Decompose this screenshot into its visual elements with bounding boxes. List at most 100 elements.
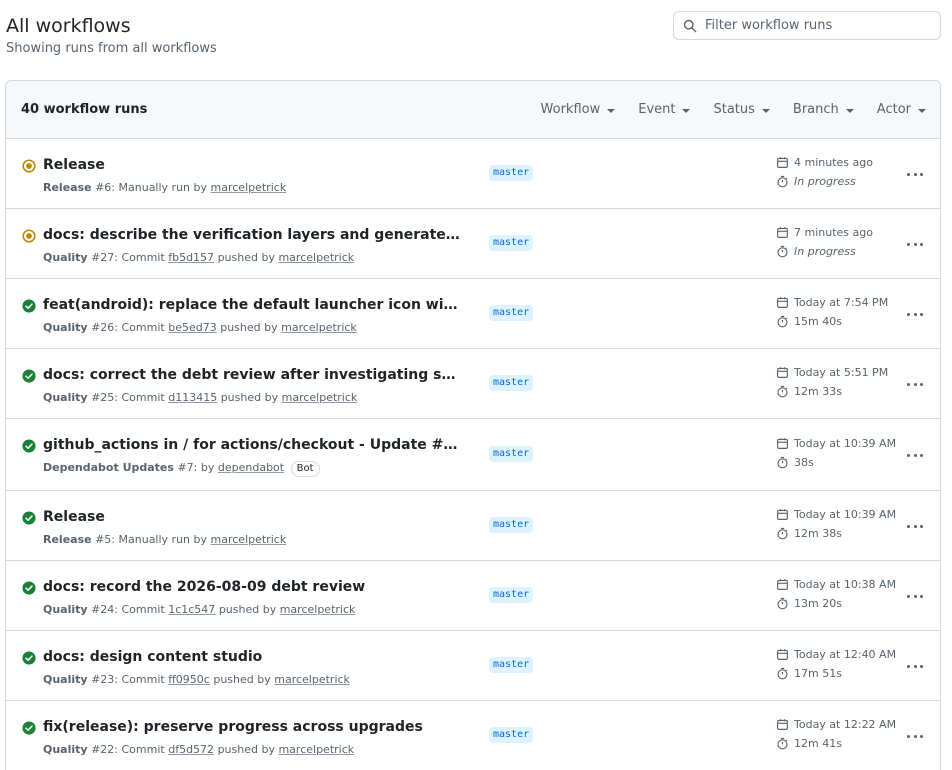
branch-label[interactable]: master	[489, 375, 534, 391]
kebab-menu-icon[interactable]	[907, 588, 923, 604]
run-title-link[interactable]: Release	[43, 508, 105, 526]
workflow-run-row[interactable]: Release Release #5: Manually run by marce…	[6, 491, 940, 561]
caret-down-icon	[918, 108, 926, 113]
kebab-menu-icon[interactable]	[907, 166, 923, 182]
actor-link[interactable]: marcelpetrick	[278, 251, 354, 264]
event-suffix: pushed by	[217, 743, 275, 756]
run-meta: Dependabot Updates #7: by dependabot Bot	[43, 460, 320, 477]
kebab-menu-icon[interactable]	[907, 518, 923, 534]
filter-workflow-dropdown[interactable]: Workflow	[541, 102, 616, 117]
calendar-icon	[777, 509, 788, 520]
actor-link[interactable]: marcelpetrick	[280, 603, 356, 616]
run-duration: 12m 33s	[776, 385, 842, 398]
branch-label[interactable]: master	[489, 517, 534, 533]
calendar-icon	[777, 297, 788, 308]
filter-label: Workflow	[540, 102, 601, 117]
status-success-icon	[22, 721, 36, 735]
actor-link[interactable]: marcelpetrick	[281, 321, 357, 334]
branch-label[interactable]: master	[489, 587, 534, 603]
filter-bar: Workflow Event Status Branch Actor	[518, 102, 926, 117]
run-title-link[interactable]: docs: record the 2026-08-09 debt review	[43, 578, 365, 596]
branch-label[interactable]: master	[489, 446, 534, 462]
branch-label[interactable]: master	[489, 727, 534, 743]
branch-label[interactable]: master	[489, 235, 534, 251]
run-time: Today at 5:51 PM	[776, 366, 888, 379]
page-header: All workflows Showing runs from all work…	[6, 14, 217, 56]
run-number: #22	[91, 743, 115, 756]
run-title-link[interactable]: feat(android): replace the default launc…	[43, 296, 463, 314]
run-title-link[interactable]: docs: correct the debt review after inve…	[43, 366, 463, 384]
run-duration: 17m 51s	[776, 667, 842, 680]
run-duration-text: 13m 20s	[794, 597, 842, 610]
workflow-run-row[interactable]: Release Release #6: Manually run by marce…	[6, 139, 940, 209]
workflow-runs-list: 40 workflow runs Workflow Event Status B…	[5, 80, 941, 770]
event-text: : Commit	[114, 603, 165, 616]
workflow-name: Quality	[43, 251, 88, 264]
workflow-run-row[interactable]: fix(release): preserve progress across u…	[6, 701, 940, 770]
runs-rows: Release Release #6: Manually run by marce…	[6, 139, 940, 770]
commit-link[interactable]: d113415	[168, 391, 217, 404]
workflow-name: Release	[43, 533, 92, 546]
workflow-run-row[interactable]: docs: correct the debt review after inve…	[6, 349, 940, 419]
filter-runs-input[interactable]	[705, 18, 935, 33]
event-suffix: pushed by	[213, 673, 271, 686]
run-number: #26	[91, 321, 115, 334]
actor-link[interactable]: marcelpetrick	[211, 533, 287, 546]
run-duration-text: 12m 33s	[794, 385, 842, 398]
branch-label[interactable]: master	[489, 165, 534, 181]
workflow-run-row[interactable]: docs: design content studio Quality #23: …	[6, 631, 940, 701]
event-text: : Manually run by	[111, 533, 208, 546]
filter-runs-box[interactable]	[673, 11, 941, 40]
run-time: Today at 12:22 AM	[776, 718, 896, 731]
event-text: : Commit	[114, 391, 165, 404]
commit-link[interactable]: df5d572	[168, 743, 214, 756]
commit-link[interactable]: ff0950c	[168, 673, 210, 686]
event-suffix: pushed by	[220, 321, 278, 334]
actor-link[interactable]: marcelpetrick	[274, 673, 350, 686]
page-title: All workflows	[6, 15, 131, 37]
workflow-run-row[interactable]: github_actions in / for actions/checkout…	[6, 419, 940, 491]
filter-label: Actor	[876, 102, 911, 117]
run-count: 40 workflow runs	[21, 102, 148, 117]
kebab-menu-icon[interactable]	[907, 376, 923, 392]
actor-link[interactable]: marcelpetrick	[278, 743, 354, 756]
filter-status-dropdown[interactable]: Status	[713, 102, 770, 117]
search-icon	[683, 19, 697, 32]
actor-link[interactable]: marcelpetrick	[282, 391, 358, 404]
filter-event-dropdown[interactable]: Event	[638, 102, 691, 117]
run-title-link[interactable]: docs: describe the verification layers a…	[43, 226, 463, 244]
run-meta: Quality #22: Commit df5d572 pushed by ma…	[43, 742, 354, 757]
kebab-menu-icon[interactable]	[907, 236, 923, 252]
workflow-run-row[interactable]: docs: describe the verification layers a…	[6, 209, 940, 279]
event-text: : by	[193, 461, 215, 474]
branch-label[interactable]: master	[489, 305, 534, 321]
commit-link[interactable]: 1c1c547	[168, 603, 215, 616]
filter-actor-dropdown[interactable]: Actor	[877, 102, 926, 117]
actor-link[interactable]: dependabot	[218, 461, 284, 474]
branch-label[interactable]: master	[489, 657, 534, 673]
status-in-progress-icon	[22, 229, 36, 243]
calendar-icon	[777, 649, 788, 660]
kebab-menu-icon[interactable]	[907, 447, 923, 463]
caret-down-icon	[682, 108, 691, 113]
stopwatch-icon	[777, 597, 788, 610]
run-title-link[interactable]: fix(release): preserve progress across u…	[43, 718, 423, 736]
filter-branch-dropdown[interactable]: Branch	[793, 102, 854, 117]
run-number: #25	[91, 391, 115, 404]
status-success-icon	[22, 299, 36, 313]
run-time-text: Today at 10:39 AM	[794, 437, 897, 450]
run-title-link[interactable]: github_actions in / for actions/checkout…	[43, 436, 463, 454]
caret-down-icon	[761, 108, 770, 113]
kebab-menu-icon[interactable]	[907, 658, 923, 674]
run-title-link[interactable]: Release	[43, 156, 105, 174]
run-meta: Quality #23: Commit ff0950c pushed by ma…	[43, 672, 350, 687]
workflow-run-row[interactable]: feat(android): replace the default launc…	[6, 279, 940, 349]
kebab-menu-icon[interactable]	[907, 306, 923, 322]
workflow-name: Quality	[43, 743, 88, 756]
commit-link[interactable]: be5ed73	[168, 321, 217, 334]
workflow-run-row[interactable]: docs: record the 2026-08-09 debt review Q…	[6, 561, 940, 631]
run-title-link[interactable]: docs: design content studio	[43, 648, 262, 666]
kebab-menu-icon[interactable]	[907, 728, 923, 744]
actor-link[interactable]: marcelpetrick	[211, 181, 287, 194]
commit-link[interactable]: fb5d157	[168, 251, 214, 264]
